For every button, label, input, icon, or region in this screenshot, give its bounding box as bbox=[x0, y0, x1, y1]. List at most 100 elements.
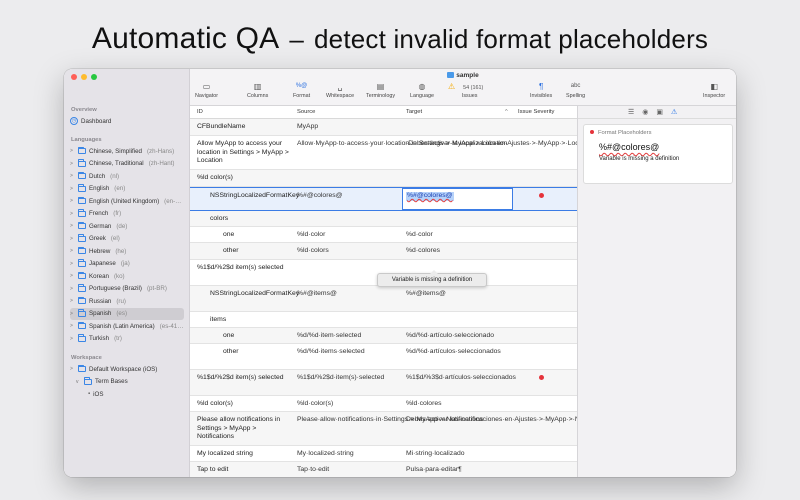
table-row-selected[interactable]: NSStringLocalizedFormatKey %#@colores@ %… bbox=[190, 187, 577, 211]
chevron-right-icon[interactable]: > bbox=[70, 248, 75, 254]
chevron-down-icon[interactable]: v bbox=[76, 379, 81, 385]
columns-button[interactable]: ▥ Columns bbox=[247, 82, 268, 99]
warning-icon[interactable]: ⚠ bbox=[671, 108, 677, 116]
table-row[interactable]: Tap to edit Tap·to·edit Pulsa·para·edita… bbox=[190, 462, 577, 477]
sidebar-item-language[interactable]: > Korean (ko) bbox=[70, 270, 184, 282]
sidebar-item-language[interactable]: > Russian (ru) bbox=[70, 295, 184, 307]
chevron-right-icon[interactable]: > bbox=[70, 186, 75, 192]
table-row[interactable]: items bbox=[190, 312, 577, 328]
table-row[interactable]: NSStringLocalizedFormatKey %#@items@ %#@… bbox=[190, 286, 577, 312]
sidebar-item-language[interactable]: > German (de) bbox=[70, 220, 184, 232]
sidebar-item-language[interactable]: > Dutch (nl) bbox=[70, 170, 184, 182]
sidebar-item-language[interactable]: > Hebrew (he) bbox=[70, 245, 184, 257]
chevron-right-icon[interactable]: > bbox=[70, 161, 75, 167]
sidebar-item-ios[interactable]: ▪ iOS bbox=[88, 388, 202, 400]
image-icon[interactable]: ▣ bbox=[656, 108, 663, 116]
cell-id: colors bbox=[210, 215, 229, 222]
sidebar-item-language[interactable]: > English (en) bbox=[70, 183, 184, 195]
table-row[interactable]: %1$d/%2$d item(s) selected %1$d/%2$d·ite… bbox=[190, 370, 577, 396]
chevron-right-icon[interactable]: > bbox=[70, 311, 75, 317]
chevron-right-icon[interactable]: > bbox=[70, 223, 75, 229]
cell-target[interactable]: ·Debes·activar·la·localización·en·Ajuste… bbox=[406, 140, 577, 149]
chevron-right-icon[interactable]: > bbox=[70, 273, 75, 279]
eye-icon[interactable]: ◉ bbox=[642, 108, 648, 116]
table-row[interactable]: My localized string My·localized·string … bbox=[190, 446, 577, 462]
language-code: (nl) bbox=[110, 172, 120, 180]
list-icon[interactable]: ☰ bbox=[628, 108, 634, 116]
sidebar-item-language[interactable]: > French (fr) bbox=[70, 208, 184, 220]
cell-target[interactable]: %d·color bbox=[406, 231, 511, 240]
minimize-window-button[interactable] bbox=[81, 74, 87, 80]
cell-target[interactable]: %1$d/%3$d·artículos·seleccionados bbox=[406, 374, 516, 383]
chevron-right-icon[interactable]: > bbox=[70, 286, 75, 292]
chevron-right-icon[interactable]: > bbox=[70, 198, 75, 204]
issues-button[interactable]: ⚠ 54 (161) Issues bbox=[448, 82, 483, 99]
language-code: (fr) bbox=[113, 210, 122, 217]
sidebar-item-language[interactable]: > English (United Kingdom) (en-… bbox=[70, 195, 184, 207]
column-header-id[interactable]: ID bbox=[197, 106, 203, 119]
globe-icon: ◍ bbox=[418, 82, 426, 91]
table-row[interactable]: one %d/%d·item·selected %d/%d·artículo·s… bbox=[190, 328, 577, 344]
cell-target[interactable]: %d/%d·artículo·seleccionado bbox=[406, 332, 511, 341]
invisibles-button[interactable]: ¶ Invisibles bbox=[530, 82, 552, 99]
table-row[interactable]: other %d/%d·items·selected %d/%d·artícul… bbox=[190, 344, 577, 370]
table-row[interactable]: colors bbox=[190, 211, 577, 227]
table-row[interactable]: CFBundleName MyApp bbox=[190, 119, 577, 136]
spelling-button[interactable]: abc Spelling bbox=[566, 82, 585, 99]
sidebar-item-term-bases[interactable]: v Term Bases bbox=[76, 376, 190, 388]
chevron-right-icon[interactable]: > bbox=[70, 261, 75, 267]
table-row[interactable]: one %ld·color %d·color bbox=[190, 227, 577, 243]
sort-arrow-icon[interactable]: ^ bbox=[505, 106, 508, 119]
folder-icon bbox=[78, 309, 86, 317]
navigator-button[interactable]: ▭ Navigator bbox=[195, 82, 218, 99]
chevron-right-icon[interactable]: > bbox=[70, 323, 75, 329]
cell-target[interactable]: %d/%d·artículos·seleccionados bbox=[406, 348, 511, 357]
chevron-right-icon[interactable]: > bbox=[70, 298, 75, 304]
format-button[interactable]: %@ Format bbox=[293, 82, 310, 99]
terminology-button[interactable]: ▤ Terminology bbox=[366, 82, 395, 99]
cell-target[interactable]: %d·colores bbox=[406, 247, 511, 256]
sidebar-item-language[interactable]: > Spanish (Latin America) (es-41… bbox=[70, 320, 184, 332]
workspace-name: Term Bases bbox=[95, 378, 128, 385]
chevron-right-icon[interactable]: > bbox=[70, 236, 75, 242]
sidebar-item-language-selected[interactable]: > Spanish (es) bbox=[70, 307, 184, 320]
cell-target[interactable]: Mi·string·localizado bbox=[406, 450, 511, 459]
chevron-right-icon[interactable]: > bbox=[70, 366, 75, 372]
zoom-window-button[interactable] bbox=[91, 74, 97, 80]
table-row[interactable]: other %ld·colors %d·colores bbox=[190, 243, 577, 260]
chevron-right-icon[interactable]: > bbox=[70, 148, 75, 154]
column-header-target[interactable]: Target bbox=[406, 106, 422, 119]
sidebar-item-language[interactable]: > Chinese, Simplified (zh-Hans) bbox=[70, 145, 184, 157]
inspector-button[interactable]: ◧ Inspector bbox=[703, 82, 725, 99]
cell-target[interactable]: Pulsa·para·editar¶ bbox=[406, 466, 511, 475]
target-edit-field[interactable]: %#@colores@ bbox=[402, 188, 513, 210]
close-window-button[interactable] bbox=[71, 74, 77, 80]
language-button[interactable]: ◍ Language bbox=[410, 82, 434, 99]
folder-icon bbox=[78, 259, 86, 267]
sidebar-item-language[interactable]: > Portuguese (Brazil) (pt-BR) bbox=[70, 283, 184, 295]
whitespace-button[interactable]: ␣ Whitespace bbox=[326, 82, 354, 99]
chevron-right-icon[interactable]: > bbox=[70, 173, 75, 179]
sidebar-item-language[interactable]: > Japanese (ja) bbox=[70, 258, 184, 270]
table-row[interactable]: %ld color(s) bbox=[190, 170, 577, 187]
sidebar-item-dashboard[interactable]: ◷ Dashboard bbox=[70, 115, 184, 127]
target-edit-text[interactable]: %#@colores@ bbox=[406, 192, 454, 201]
table-row[interactable]: Allow MyApp to access your location in S… bbox=[190, 136, 577, 170]
column-header-issue-severity[interactable]: Issue Severity bbox=[518, 106, 554, 119]
table-row[interactable]: %ld color(s) %ld·color(s) %ld·colores bbox=[190, 396, 577, 412]
folder-icon bbox=[78, 159, 86, 167]
sidebar-item-language[interactable]: > Turkish (tr) bbox=[70, 333, 184, 345]
placeholder-value: %#@colores@ bbox=[599, 142, 660, 152]
chevron-right-icon[interactable]: > bbox=[70, 211, 75, 217]
cell-target[interactable]: %ld·colores bbox=[406, 400, 511, 409]
sidebar-item-language[interactable]: > Chinese, Traditional (zh-Hant) bbox=[70, 158, 184, 170]
column-header-source[interactable]: Source bbox=[297, 106, 315, 119]
chevron-right-icon[interactable]: > bbox=[70, 336, 75, 342]
folder-icon bbox=[78, 364, 86, 372]
sidebar-item-workspace[interactable]: > Default Workspace (iOS) bbox=[70, 363, 184, 375]
cell-target[interactable]: Debes·activar·las·notificaciones·en·Ajus… bbox=[406, 416, 577, 425]
folder-icon bbox=[78, 196, 86, 204]
cell-target[interactable]: %#@items@ bbox=[406, 290, 511, 299]
table-row[interactable]: Please allow notifications in Settings >… bbox=[190, 412, 577, 446]
sidebar-item-language[interactable]: > Greek (el) bbox=[70, 233, 184, 245]
